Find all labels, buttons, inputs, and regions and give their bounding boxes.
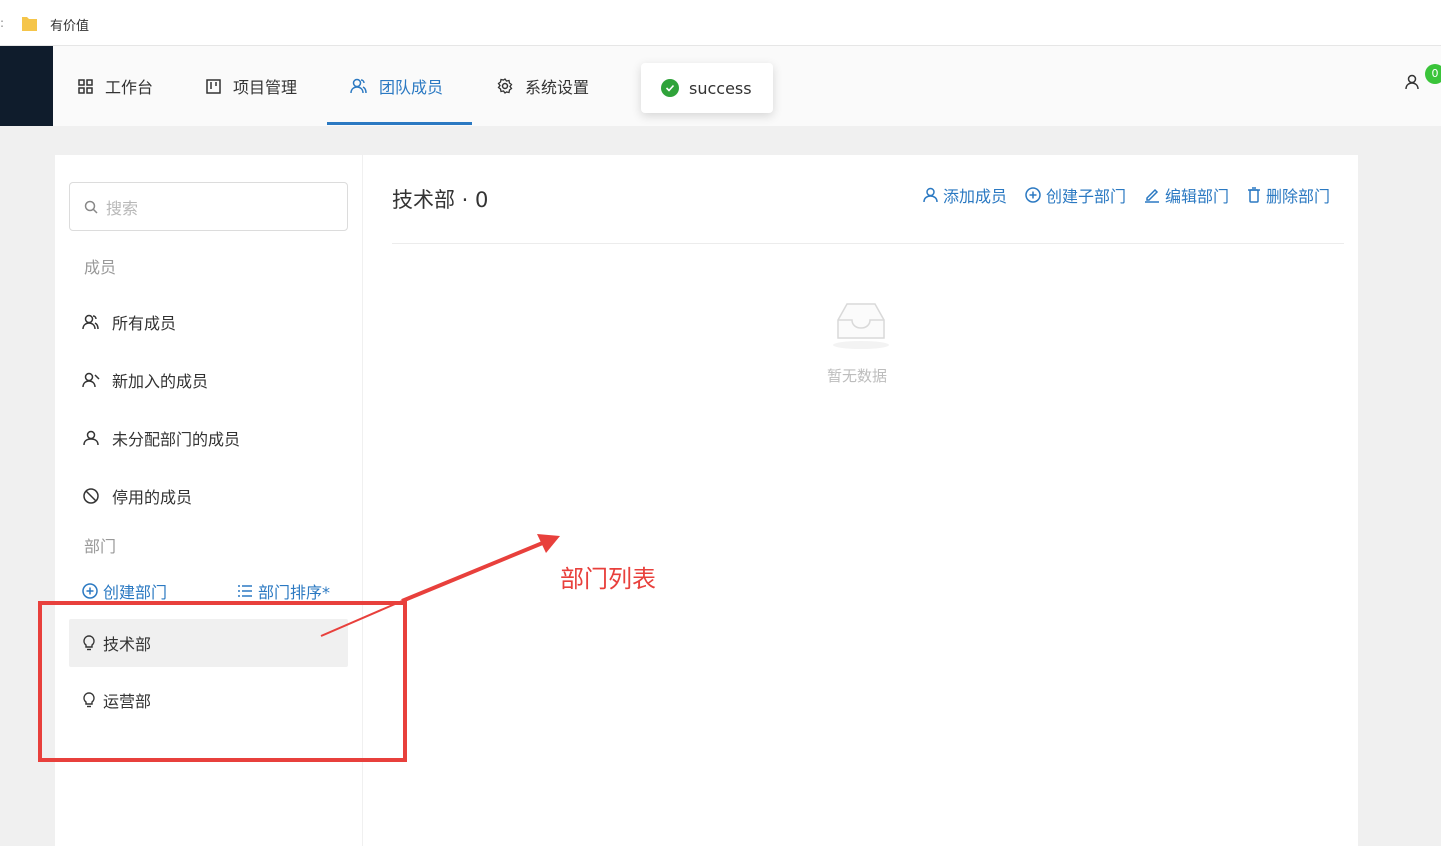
- annotation-label: 部门列表: [560, 565, 656, 593]
- annotation-arrow: [320, 534, 560, 637]
